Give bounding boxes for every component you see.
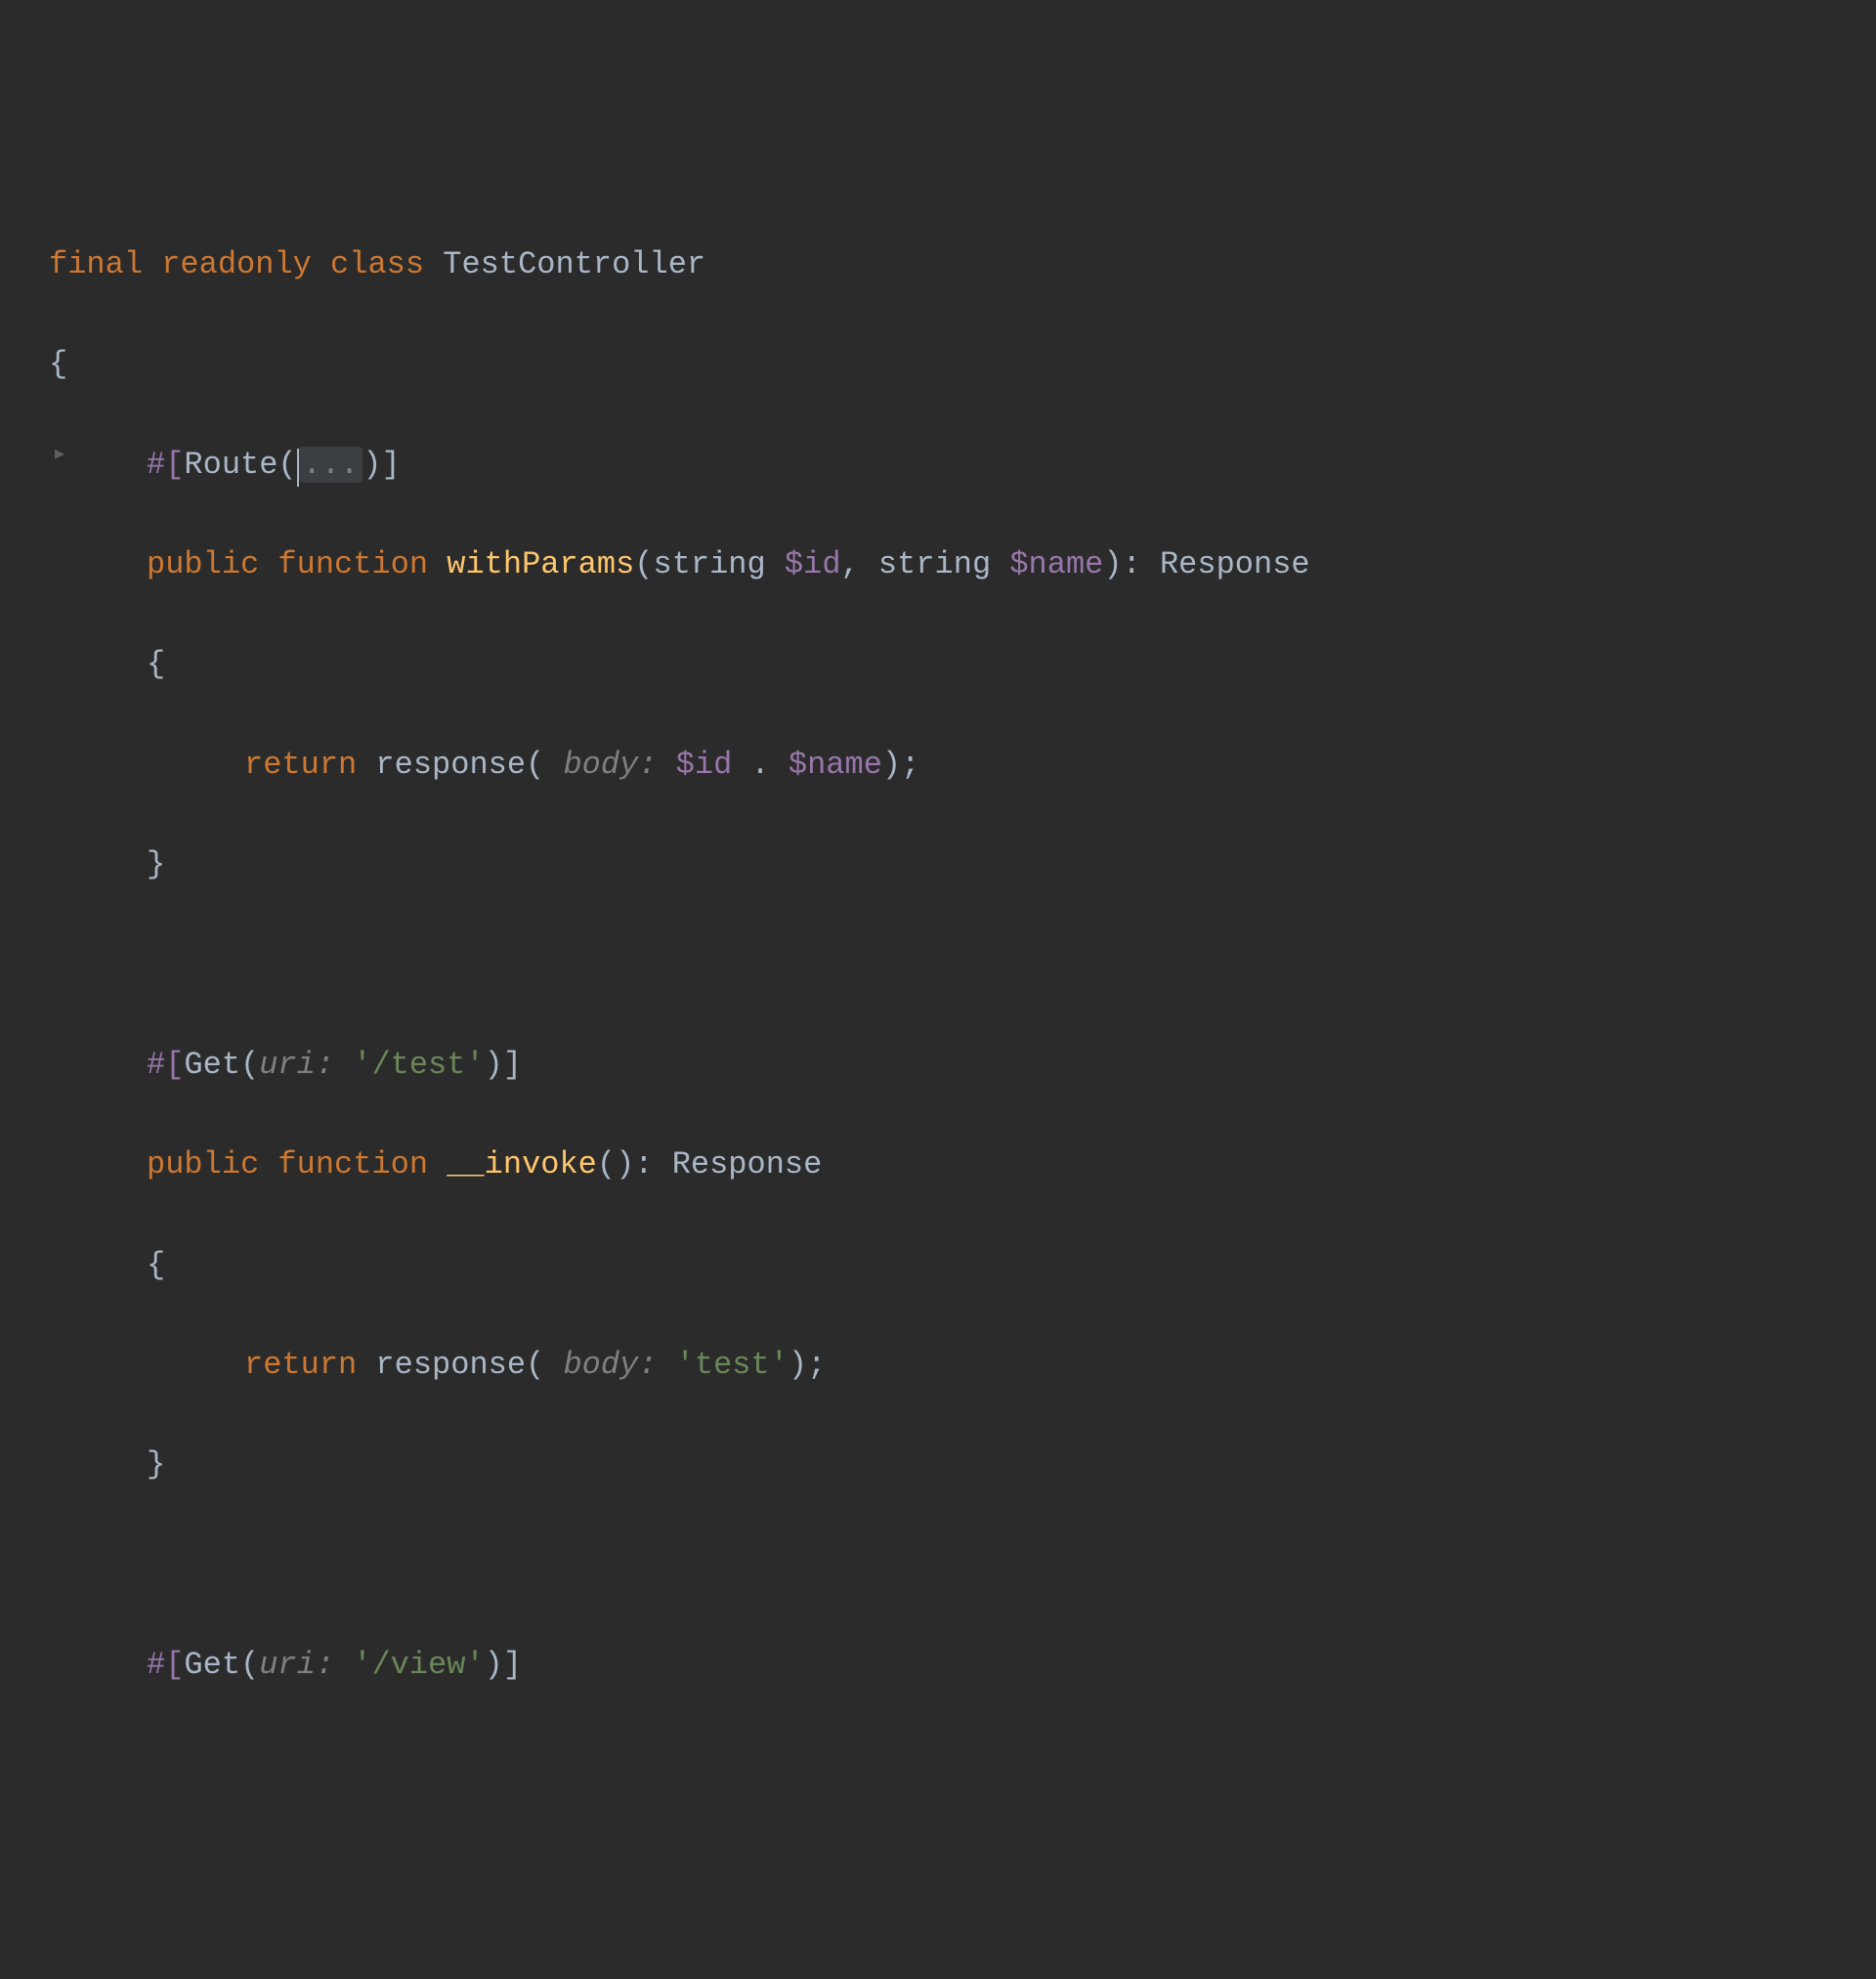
code-line: #[Get(uri: '/view')] xyxy=(49,1640,1876,1690)
param-hint: uri: xyxy=(259,1047,334,1083)
concat-op: . xyxy=(750,747,769,783)
keyword-readonly: readonly xyxy=(161,246,312,282)
variable: $id xyxy=(676,747,733,783)
string-literal: 'test' xyxy=(676,1347,789,1383)
class-name: TestController xyxy=(443,246,705,282)
code-line: } xyxy=(49,1440,1876,1489)
attribute-close: )] xyxy=(485,1047,522,1083)
paren-open: ( xyxy=(240,1647,259,1683)
code-line: { xyxy=(49,1240,1876,1290)
code-line-empty xyxy=(49,939,1876,989)
paren-open: ( xyxy=(526,1347,544,1383)
paren-open: ( xyxy=(240,1047,259,1083)
parens: (): xyxy=(597,1146,654,1183)
code-editor[interactable]: final readonly class TestController { ▸ #… xyxy=(49,239,1876,1690)
attribute-class: Get xyxy=(184,1647,240,1683)
brace-close: } xyxy=(147,846,165,882)
attribute-open: #[ xyxy=(147,447,184,483)
code-line: return response( body: 'test'); xyxy=(49,1340,1876,1390)
type-hint: string xyxy=(653,546,765,582)
attribute-open: #[ xyxy=(147,1047,184,1083)
keyword-final: final xyxy=(49,246,143,282)
function-call: response xyxy=(375,1347,526,1383)
code-line: public function withParams(string $id, s… xyxy=(49,539,1876,589)
keyword-return: return xyxy=(244,747,357,783)
method-name: __invoke xyxy=(447,1146,597,1183)
paren-close: ); xyxy=(789,1347,826,1383)
keyword-public: public xyxy=(147,1146,259,1183)
text-cursor xyxy=(297,449,299,486)
code-line: ▸ #[Route(...)] xyxy=(49,440,1876,490)
keyword-function: function xyxy=(277,1146,428,1183)
string-literal: '/view' xyxy=(353,1647,484,1683)
attribute-class: Get xyxy=(184,1047,240,1083)
code-line: } xyxy=(49,839,1876,889)
paren-close: ); xyxy=(882,747,919,783)
code-line-empty xyxy=(49,1540,1876,1590)
return-type: Response xyxy=(672,1146,823,1183)
paren-close: ): xyxy=(1103,546,1140,582)
comma: , xyxy=(841,546,860,582)
code-line: #[Get(uri: '/test')] xyxy=(49,1040,1876,1090)
attribute-close: )] xyxy=(485,1647,522,1683)
paren-open: ( xyxy=(634,546,653,582)
attribute-class: Route xyxy=(184,447,277,483)
keyword-public: public xyxy=(147,546,259,582)
code-line: { xyxy=(49,339,1876,389)
brace-open: { xyxy=(147,1247,165,1283)
variable: $id xyxy=(785,546,841,582)
attribute-close: )] xyxy=(362,447,400,483)
variable: $name xyxy=(1009,546,1103,582)
brace-open: { xyxy=(147,646,165,682)
keyword-class: class xyxy=(330,246,424,282)
code-line: final readonly class TestController xyxy=(49,239,1876,289)
param-hint: body: xyxy=(563,1347,657,1383)
gutter-fold-icon[interactable]: ▸ xyxy=(55,440,64,471)
function-call: response xyxy=(375,747,526,783)
paren-open: ( xyxy=(277,447,296,483)
string-literal: '/test' xyxy=(353,1047,484,1083)
attribute-open: #[ xyxy=(147,1647,184,1683)
method-name: withParams xyxy=(447,546,634,582)
brace-open: { xyxy=(49,346,67,382)
param-hint: uri: xyxy=(259,1647,334,1683)
code-line: public function __invoke(): Response xyxy=(49,1140,1876,1189)
brace-close: } xyxy=(147,1446,165,1483)
paren-open: ( xyxy=(526,747,544,783)
folded-region[interactable]: ... xyxy=(299,447,363,483)
keyword-function: function xyxy=(277,546,428,582)
keyword-return: return xyxy=(244,1347,357,1383)
code-line: return response( body: $id . $name); xyxy=(49,740,1876,790)
return-type: Response xyxy=(1160,546,1310,582)
code-line: { xyxy=(49,639,1876,689)
variable: $name xyxy=(789,747,882,783)
type-hint: string xyxy=(878,546,991,582)
param-hint: body: xyxy=(563,747,657,783)
